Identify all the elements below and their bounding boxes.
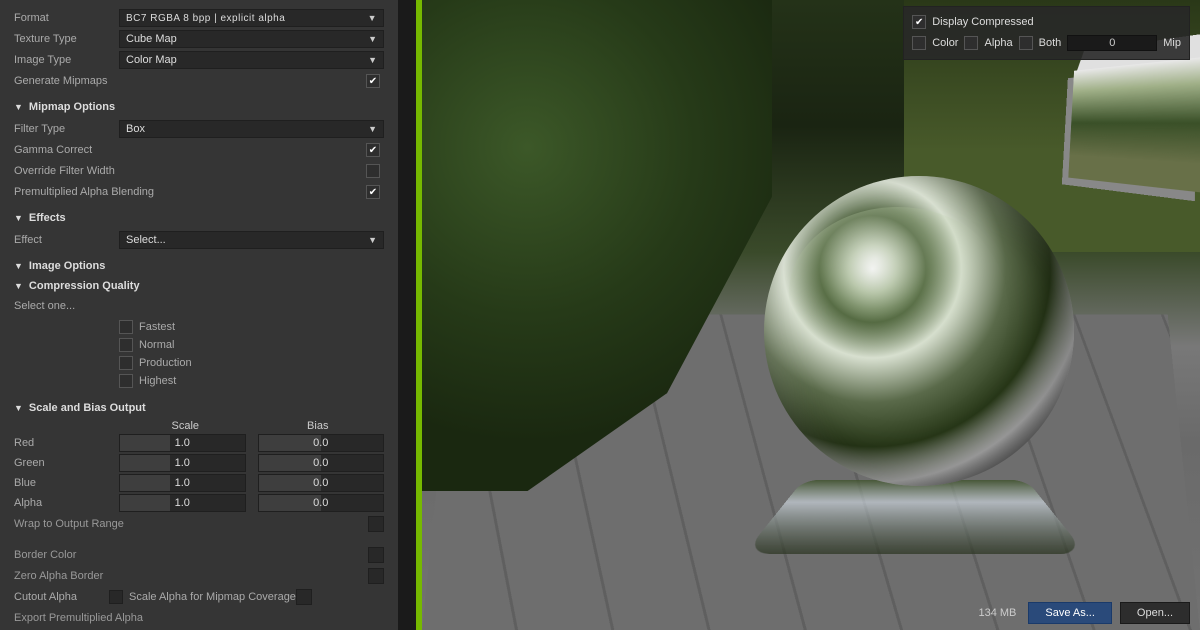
format-label: Format [14, 12, 119, 24]
filter-type-label: Filter Type [14, 123, 119, 135]
blue-bias-input[interactable]: 0.0 [258, 474, 385, 492]
effect-label: Effect [14, 234, 119, 246]
both-checkbox[interactable] [1019, 36, 1033, 50]
filter-type-select[interactable]: Box ▼ [119, 120, 384, 138]
quality-option: Fastest [139, 321, 175, 333]
dropdown-arrow-icon: ▼ [368, 55, 377, 65]
gamma-correct-label: Gamma Correct [14, 144, 194, 156]
scene-base-plate [744, 479, 1086, 553]
zero-alpha-border-label: Zero Alpha Border [14, 570, 368, 582]
dropdown-arrow-icon: ▼ [368, 34, 377, 44]
quality-production-checkbox[interactable] [119, 356, 133, 370]
scene-sphere [764, 176, 1074, 486]
cutout-alpha-label: Cutout Alpha [14, 591, 77, 603]
wrap-output-label: Wrap to Output Range [14, 518, 368, 530]
zero-alpha-border-checkbox[interactable] [368, 568, 384, 584]
texture-type-select[interactable]: Cube Map ▼ [119, 30, 384, 48]
generate-mipmaps-label: Generate Mipmaps [14, 75, 154, 87]
scale-bias-header[interactable]: ▼ Scale and Bias Output [14, 402, 384, 414]
quality-normal-checkbox[interactable] [119, 338, 133, 352]
mipmap-options-header[interactable]: ▼ Mipmap Options [14, 101, 384, 113]
image-type-value: Color Map [126, 54, 177, 66]
save-as-button[interactable]: Save As... [1028, 602, 1112, 624]
quality-option: Highest [139, 375, 176, 387]
generate-mipmaps-checkbox[interactable] [366, 74, 380, 88]
effect-value: Select... [126, 234, 166, 246]
settings-panel: Format BC7 RGBA 8 bpp | explicit alpha ▼… [0, 0, 398, 630]
premult-alpha-label: Premultiplied Alpha Blending [14, 186, 214, 198]
dropdown-arrow-icon: ▼ [368, 13, 377, 23]
wrap-output-checkbox[interactable] [368, 516, 384, 532]
collapse-icon: ▼ [14, 102, 23, 112]
compression-quality-header[interactable]: ▼ Compression Quality [14, 280, 384, 292]
image-type-select[interactable]: Color Map ▼ [119, 51, 384, 69]
premult-alpha-checkbox[interactable] [366, 185, 380, 199]
texture-type-label: Texture Type [14, 33, 119, 45]
mip-label: Mip [1163, 37, 1181, 49]
quality-option: Normal [139, 339, 174, 351]
export-premult-label: Export Premultiplied Alpha [14, 612, 384, 624]
open-button[interactable]: Open... [1120, 602, 1190, 624]
scale-column-header: Scale [119, 420, 252, 432]
cutout-alpha-checkbox[interactable] [296, 589, 312, 605]
bias-column-header: Bias [252, 420, 385, 432]
channel-blue-label: Blue [14, 477, 119, 489]
quality-option: Production [139, 357, 192, 369]
alpha-checkbox[interactable] [964, 36, 978, 50]
filter-type-value: Box [126, 123, 145, 135]
image-options-header[interactable]: ▼ Image Options [14, 260, 384, 272]
image-type-label: Image Type [14, 54, 119, 66]
blue-scale-input[interactable]: 1.0 [119, 474, 246, 492]
border-color-checkbox[interactable] [368, 547, 384, 563]
scale-alpha-mip-checkbox[interactable] [109, 590, 123, 604]
effects-header[interactable]: ▼ Effects [14, 212, 384, 224]
alpha-bias-input[interactable]: 0.0 [258, 494, 385, 512]
mip-slider[interactable]: 0 [1067, 35, 1157, 51]
red-bias-input[interactable]: 0.0 [258, 434, 385, 452]
dropdown-arrow-icon: ▼ [368, 124, 377, 134]
collapse-icon: ▼ [14, 261, 23, 271]
both-label: Both [1039, 37, 1062, 49]
green-bias-input[interactable]: 0.0 [258, 454, 385, 472]
green-scale-input[interactable]: 1.0 [119, 454, 246, 472]
collapse-icon: ▼ [14, 403, 23, 413]
quality-highest-checkbox[interactable] [119, 374, 133, 388]
display-compressed-checkbox[interactable] [912, 15, 926, 29]
quality-fastest-checkbox[interactable] [119, 320, 133, 334]
override-filter-width-checkbox[interactable] [366, 164, 380, 178]
red-scale-input[interactable]: 1.0 [119, 434, 246, 452]
color-label: Color [932, 37, 958, 49]
border-color-label: Border Color [14, 549, 368, 561]
memory-status: 134 MB [978, 607, 1016, 619]
alpha-label: Alpha [984, 37, 1012, 49]
footer-toolbar: 134 MB Save As... Open... [978, 602, 1190, 624]
select-one-label: Select one... [14, 300, 119, 312]
dropdown-arrow-icon: ▼ [368, 235, 377, 245]
alpha-scale-input[interactable]: 1.0 [119, 494, 246, 512]
effect-select[interactable]: Select... ▼ [119, 231, 384, 249]
display-compressed-label: Display Compressed [932, 16, 1033, 28]
channel-red-label: Red [14, 437, 119, 449]
texture-type-value: Cube Map [126, 33, 177, 45]
channel-green-label: Green [14, 457, 119, 469]
collapse-icon: ▼ [14, 281, 23, 291]
format-select[interactable]: BC7 RGBA 8 bpp | explicit alpha ▼ [119, 9, 384, 27]
channel-alpha-label: Alpha [14, 497, 119, 509]
color-checkbox[interactable] [912, 36, 926, 50]
collapse-icon: ▼ [14, 213, 23, 223]
preview-viewport[interactable]: Display Compressed Color Alpha Both 0 Mi… [422, 0, 1200, 630]
gamma-correct-checkbox[interactable] [366, 143, 380, 157]
display-options-panel: Display Compressed Color Alpha Both 0 Mi… [903, 6, 1190, 60]
format-value: BC7 RGBA 8 bpp | explicit alpha [126, 13, 285, 24]
scale-alpha-mip-label: Scale Alpha for Mipmap Coverage [129, 591, 296, 603]
override-filter-width-label: Override Filter Width [14, 165, 194, 177]
scene-cube [1068, 57, 1200, 193]
